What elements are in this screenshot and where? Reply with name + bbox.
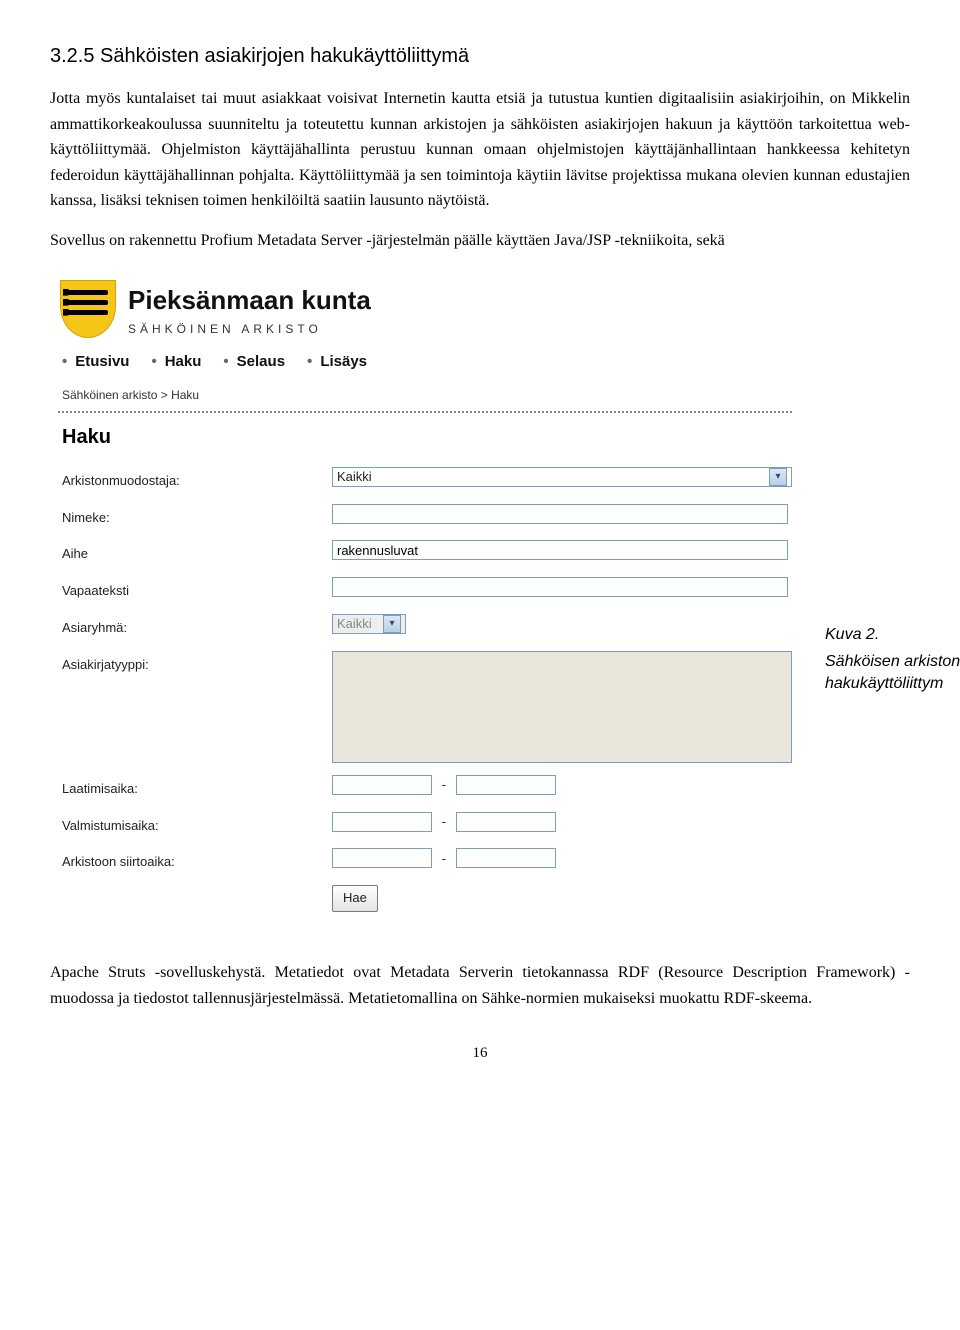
listbox-asiakirjatyyppi[interactable]: [332, 651, 792, 763]
body-paragraph-3: Apache Struts -sovelluskehystä. Metatied…: [50, 960, 910, 1011]
app-header: Pieksänmaan kunta SÄHKÖINEN ARKISTO: [50, 274, 800, 342]
input-valmistumisaika-from[interactable]: [332, 812, 432, 832]
figure-caption: Kuva 2. Sähköisen arkiston hakukäyttölii…: [825, 624, 960, 695]
select-value: Kaikki: [337, 614, 372, 635]
coat-of-arms-icon: [60, 280, 114, 340]
label-asiaryhma: Asiaryhmä:: [62, 614, 332, 639]
breadcrumb: Sähköinen arkisto > Haku: [50, 380, 800, 407]
nav-selaus[interactable]: Selaus: [223, 350, 285, 374]
chevron-down-icon: ▾: [769, 468, 787, 486]
label-valmistumisaika: Valmistumisaika:: [62, 812, 332, 837]
body-paragraph-1: Jotta myös kuntalaiset tai muut asiakkaa…: [50, 86, 910, 214]
archive-search-ui: Pieksänmaan kunta SÄHKÖINEN ARKISTO Etus…: [50, 274, 800, 940]
input-siirtoaika-from[interactable]: [332, 848, 432, 868]
label-asiakirjatyyppi: Asiakirjatyyppi:: [62, 651, 332, 676]
input-laatimisaika-to[interactable]: [456, 775, 556, 795]
label-nimeke: Nimeke:: [62, 504, 332, 529]
section-heading: 3.2.5 Sähköisten asiakirjojen hakukäyttö…: [50, 40, 910, 72]
select-arkistonmuodostaja[interactable]: Kaikki ▾: [332, 467, 792, 487]
range-dash: -: [442, 814, 446, 829]
label-aihe: Aihe: [62, 540, 332, 565]
app-subtitle: SÄHKÖINEN ARKISTO: [128, 320, 371, 339]
label-arkistonmuodostaja: Arkistonmuodostaja:: [62, 467, 332, 492]
label-vapaateksti: Vapaateksti: [62, 577, 332, 602]
input-siirtoaika-to[interactable]: [456, 848, 556, 868]
caption-text: Sähköisen arkiston hakukäyttöliittym: [825, 651, 960, 694]
app-title: Pieksänmaan kunta: [128, 280, 371, 322]
page-title: Haku: [62, 421, 788, 453]
nav-haku[interactable]: Haku: [151, 350, 201, 374]
label-arkistoon-siirtoaika: Arkistoon siirtoaika:: [62, 848, 332, 873]
search-button[interactable]: Hae: [332, 885, 378, 912]
range-dash: -: [442, 851, 446, 866]
figure-2-wrapper: Pieksänmaan kunta SÄHKÖINEN ARKISTO Etus…: [50, 274, 910, 940]
input-aihe[interactable]: [332, 540, 788, 560]
input-valmistumisaika-to[interactable]: [456, 812, 556, 832]
search-form: Arkistonmuodostaja: Kaikki ▾ Nimeke: Aih…: [50, 467, 800, 940]
nav-etusivu[interactable]: Etusivu: [62, 350, 129, 374]
input-nimeke[interactable]: [332, 504, 788, 524]
chevron-down-icon: ▾: [383, 615, 401, 633]
select-value: Kaikki: [337, 467, 372, 488]
input-laatimisaika-from[interactable]: [332, 775, 432, 795]
label-laatimisaika: Laatimisaika:: [62, 775, 332, 800]
nav-lisays[interactable]: Lisäys: [307, 350, 367, 374]
caption-number: Kuva 2.: [825, 624, 960, 646]
select-asiaryhma[interactable]: Kaikki ▾: [332, 614, 406, 634]
page-number: 16: [50, 1041, 910, 1065]
divider: [58, 411, 792, 413]
range-dash: -: [442, 777, 446, 792]
main-nav: Etusivu Haku Selaus Lisäys: [50, 342, 800, 380]
body-paragraph-2: Sovellus on rakennettu Profium Metadata …: [50, 228, 910, 254]
input-vapaateksti[interactable]: [332, 577, 788, 597]
